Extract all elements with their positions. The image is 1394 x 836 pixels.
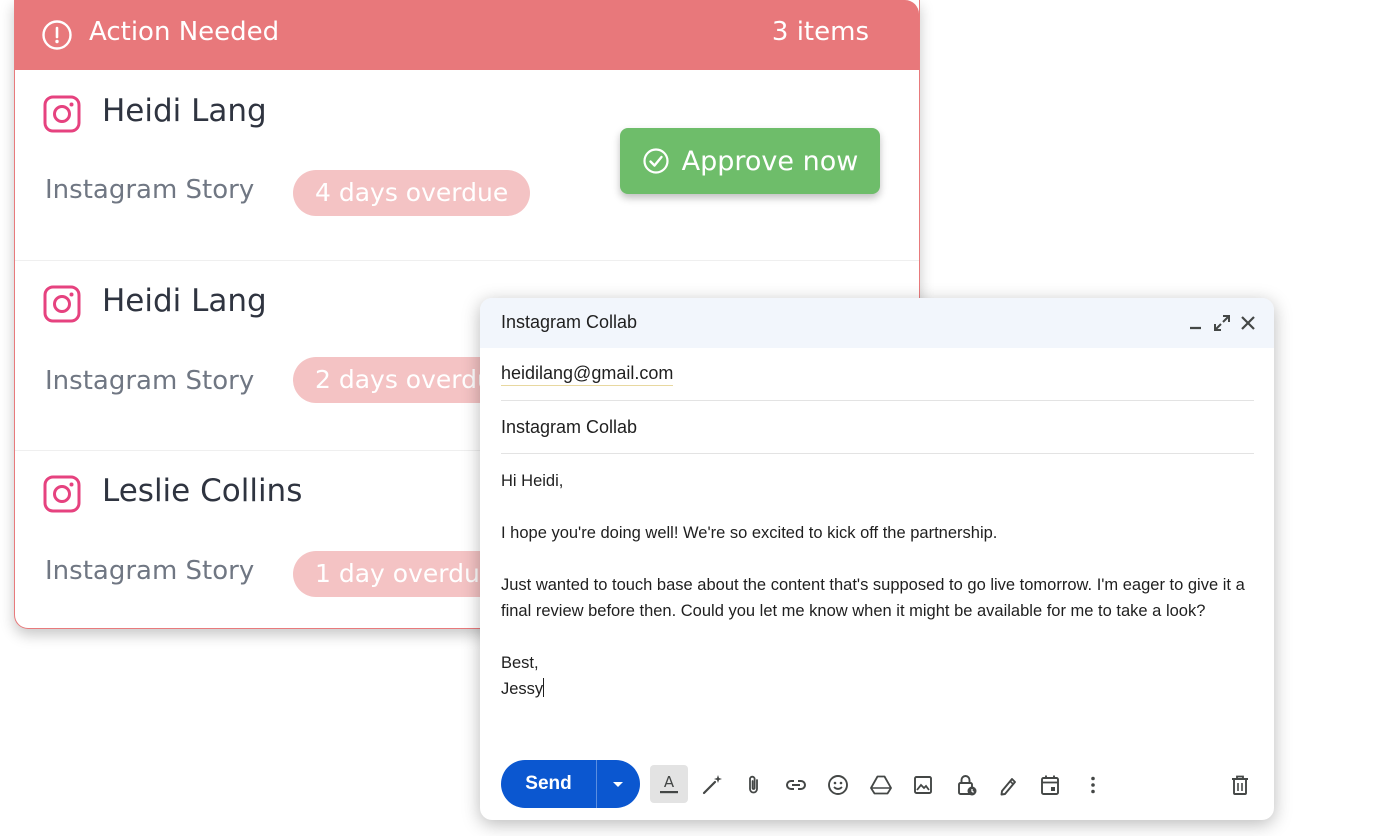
action-needed-title: Action Needed [89,17,280,47]
discard-draft-button[interactable] [1223,768,1257,802]
magic-write-button[interactable] [695,768,729,802]
alert-circle-icon [42,20,72,50]
compose-header: Instagram Collab [480,298,1274,348]
formatting-icon: A [660,773,678,794]
message-body[interactable]: Hi Heidi, I hope you're doing well! We'r… [501,468,1257,702]
insert-link-button[interactable] [779,768,813,802]
to-field[interactable]: heidilang@gmail.com [501,348,1254,401]
compose-title: Instagram Collab [501,312,638,332]
text-cursor [543,678,545,697]
creator-name: Leslie Collins [102,473,303,509]
instagram-icon [43,95,81,133]
content-type: Instagram Story [45,556,255,586]
content-type: Instagram Story [45,175,255,205]
subject-field[interactable]: Instagram Collab [501,401,1254,454]
body-greeting: Hi Heidi, [501,472,564,490]
pop-out-icon[interactable] [1212,313,1232,333]
confidential-mode-button[interactable] [949,768,983,802]
photo-icon [914,776,932,794]
body-signature: Jessy [501,680,544,698]
formatting-button[interactable]: A [650,765,688,803]
content-type: Instagram Story [45,366,255,396]
signature-icon [1000,778,1016,796]
drive-icon [870,775,892,795]
overdue-badge: 4 days overdue [293,170,531,216]
confidential-icon [958,775,977,796]
instagram-icon [43,285,81,323]
emoji-icon [828,775,848,795]
approve-now-label: Approve now [681,145,859,177]
schedule-send-button[interactable] [1033,768,1067,802]
compose-window: Instagram Collab heidilang@gmail.com Ins… [480,298,1274,820]
attach-button[interactable] [737,768,771,802]
creator-name: Heidi Lang [102,283,267,319]
schedule-icon [1041,775,1059,795]
item-count: 3 items [771,17,869,47]
more-options-button[interactable] [1076,768,1110,802]
creator-name: Heidi Lang [102,93,267,129]
body-paragraph: Just wanted to touch base about the cont… [501,576,1245,620]
attach-icon [749,775,758,794]
close-icon[interactable] [1238,313,1258,333]
insert-signature-button[interactable] [991,768,1025,802]
approve-now-button[interactable]: Approve now [620,128,880,194]
discard-icon [1232,775,1248,795]
magic-write-icon [702,775,722,795]
link-icon [786,780,806,790]
send-button[interactable]: Send [501,760,596,808]
instagram-icon [43,475,81,513]
send-button-group: Send [501,760,640,808]
minimize-icon[interactable] [1186,313,1206,333]
svg-text:A: A [664,773,675,791]
emoji-button[interactable] [821,768,855,802]
send-options-button[interactable] [597,760,640,808]
body-signoff: Best, [501,654,539,672]
subject-text: Instagram Collab [501,417,638,437]
more-options-icon [1091,776,1095,794]
check-circle-icon [643,148,669,174]
action-needed-header: Action Needed 3 items [15,0,919,70]
insert-photo-button[interactable] [906,768,940,802]
recipient-chip[interactable]: heidilang@gmail.com [501,363,674,386]
drive-button[interactable] [864,768,898,802]
body-paragraph: I hope you're doing well! We're so excit… [501,524,998,542]
caret-down-icon [613,782,623,787]
compose-toolbar: Send A [480,760,1274,810]
